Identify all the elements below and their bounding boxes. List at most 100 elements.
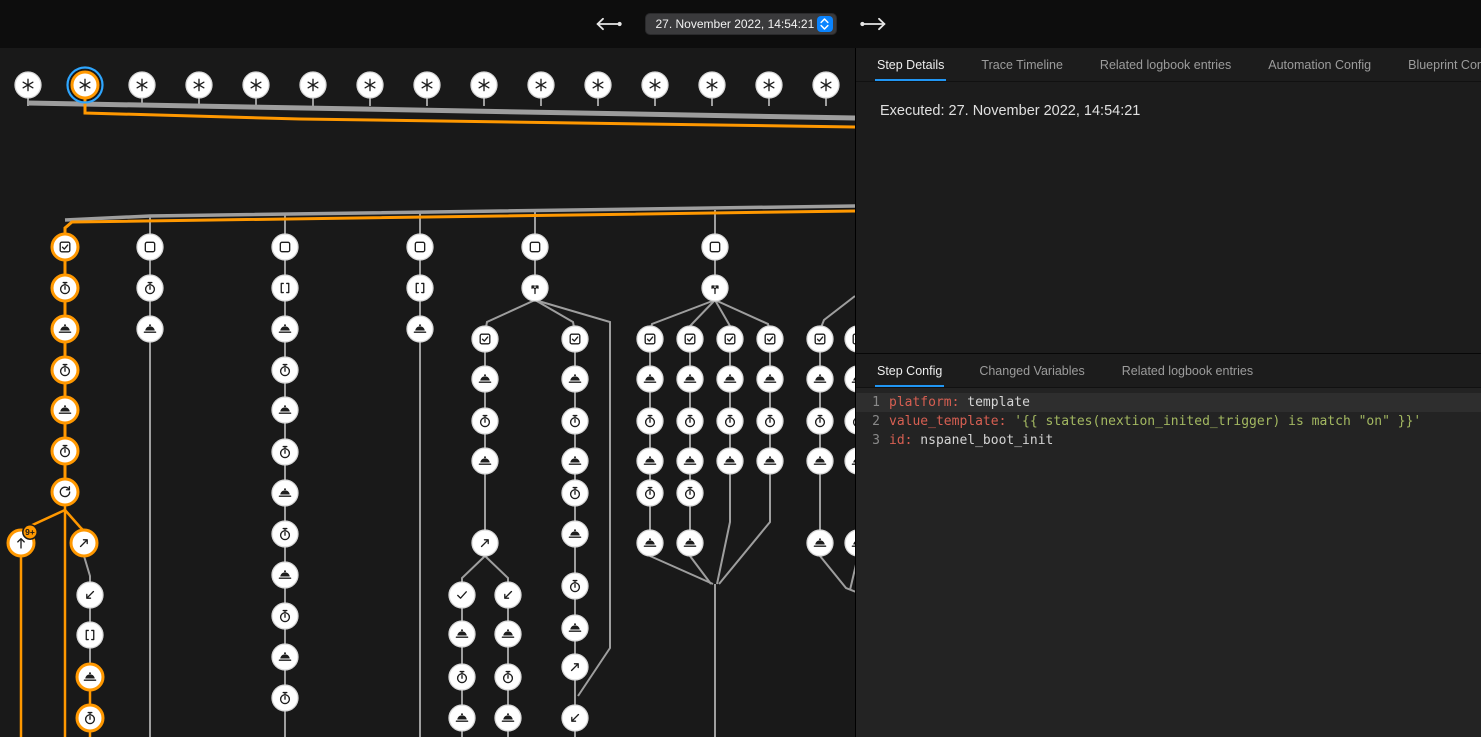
trace-node-service-icon[interactable] <box>637 448 663 474</box>
trace-node-asterisk-icon[interactable] <box>756 72 782 98</box>
trace-node-service-icon[interactable] <box>637 530 663 556</box>
trace-node-checkbox-icon[interactable] <box>845 326 855 352</box>
trace-node-arrow-tr-icon[interactable] <box>562 654 588 680</box>
trace-node-service-icon[interactable] <box>717 448 743 474</box>
trace-node-asterisk-icon[interactable] <box>15 72 41 98</box>
trace-node-timer-icon[interactable] <box>272 603 298 629</box>
trace-node-asterisk-icon[interactable] <box>414 72 440 98</box>
trace-node-service-icon[interactable] <box>677 366 703 392</box>
trace-node-asterisk-icon[interactable] <box>471 72 497 98</box>
trace-node-timer-icon[interactable] <box>272 685 298 711</box>
trace-graph[interactable]: 9+ <box>0 0 855 737</box>
trace-node-timer-icon[interactable] <box>449 664 475 690</box>
trace-node-arrow-tr-icon[interactable] <box>472 530 498 556</box>
trace-node-timer-icon[interactable] <box>757 408 783 434</box>
step-config-code-editor[interactable]: 1platform: template2value_template: '{{ … <box>856 388 1481 737</box>
trace-node-checkbox-icon[interactable] <box>757 326 783 352</box>
trace-node-asterisk-icon[interactable] <box>585 72 611 98</box>
tab-blueprint-config[interactable]: Blueprint Config <box>1408 48 1481 81</box>
trace-node-service-icon[interactable] <box>449 621 475 647</box>
trace-node-split-icon[interactable] <box>522 275 548 301</box>
tab-trace-timeline[interactable]: Trace Timeline <box>981 48 1063 81</box>
trace-node-checkbox-icon[interactable] <box>637 326 663 352</box>
trace-graph-panel[interactable]: 9+ <box>0 0 855 737</box>
trace-node-arrow-up-icon[interactable]: 9+ <box>8 525 37 556</box>
trace-node-timer-icon[interactable] <box>52 438 78 464</box>
trace-node-timer-icon[interactable] <box>807 408 833 434</box>
trace-node-arrow-tr-icon[interactable] <box>71 530 97 556</box>
tab-step-config[interactable]: Step Config <box>877 354 942 387</box>
trace-node-checkbox-icon[interactable] <box>807 326 833 352</box>
trace-node-timer-icon[interactable] <box>52 357 78 383</box>
trace-node-service-icon[interactable] <box>472 366 498 392</box>
trace-node-asterisk-icon[interactable] <box>699 72 725 98</box>
trace-node-checkbox-icon[interactable] <box>562 326 588 352</box>
trace-node-square-icon[interactable] <box>702 234 728 260</box>
trace-node-service-icon[interactable] <box>449 705 475 731</box>
trace-node-service-icon[interactable] <box>677 448 703 474</box>
trace-node-asterisk-icon[interactable] <box>357 72 383 98</box>
trace-node-timer-icon[interactable] <box>562 408 588 434</box>
tab-related-logbook-entries[interactable]: Related logbook entries <box>1100 48 1231 81</box>
trace-node-checkbox-icon[interactable] <box>52 234 78 260</box>
trace-node-service-icon[interactable] <box>845 366 855 392</box>
trace-node-service-icon[interactable] <box>137 316 163 342</box>
trace-node-service-icon[interactable] <box>272 397 298 423</box>
trace-node-service-icon[interactable] <box>495 705 521 731</box>
trace-node-timer-icon[interactable] <box>562 480 588 506</box>
trace-node-service-icon[interactable] <box>807 366 833 392</box>
trace-node-service-icon[interactable] <box>272 562 298 588</box>
previous-trace-arrow-icon[interactable] <box>593 16 623 32</box>
trace-node-brackets-icon[interactable] <box>272 275 298 301</box>
tab-related-logbook-entries-2[interactable]: Related logbook entries <box>1122 354 1253 387</box>
tab-automation-config[interactable]: Automation Config <box>1268 48 1371 81</box>
trace-node-arrow-bl-icon[interactable] <box>77 582 103 608</box>
trace-select[interactable]: 27. November 2022, 14:54:21 <box>645 13 837 35</box>
trace-node-square-icon[interactable] <box>407 234 433 260</box>
trace-node-asterisk-icon[interactable] <box>642 72 668 98</box>
trace-node-timer-icon[interactable] <box>77 705 103 731</box>
trace-node-service-icon[interactable] <box>562 366 588 392</box>
trace-node-service-icon[interactable] <box>272 316 298 342</box>
trace-node-arrow-bl-icon[interactable] <box>495 582 521 608</box>
trace-node-service-icon[interactable] <box>807 530 833 556</box>
trace-node-checkbox-icon[interactable] <box>677 326 703 352</box>
trace-node-service-icon[interactable] <box>407 316 433 342</box>
trace-node-timer-icon[interactable] <box>562 573 588 599</box>
trace-node-asterisk-icon[interactable] <box>186 72 212 98</box>
trace-node-timer-icon[interactable] <box>717 408 743 434</box>
trace-node-service-icon[interactable] <box>562 448 588 474</box>
trace-node-timer-icon[interactable] <box>272 439 298 465</box>
trace-node-timer-icon[interactable] <box>637 480 663 506</box>
trace-node-service-icon[interactable] <box>495 621 521 647</box>
trace-node-service-icon[interactable] <box>807 448 833 474</box>
trace-node-arrow-bl-icon[interactable] <box>562 705 588 731</box>
trace-node-square-icon[interactable] <box>137 234 163 260</box>
trace-node-square-icon[interactable] <box>522 234 548 260</box>
trace-node-timer-icon[interactable] <box>677 408 703 434</box>
trace-node-service-icon[interactable] <box>637 366 663 392</box>
trace-node-brackets-icon[interactable] <box>77 622 103 648</box>
trace-node-service-icon[interactable] <box>77 664 103 690</box>
trace-node-asterisk-icon[interactable] <box>68 68 103 103</box>
trace-node-asterisk-icon[interactable] <box>129 72 155 98</box>
trace-node-service-icon[interactable] <box>272 644 298 670</box>
trace-node-service-icon[interactable] <box>757 448 783 474</box>
trace-node-timer-icon[interactable] <box>495 664 521 690</box>
trace-node-service-icon[interactable] <box>562 615 588 641</box>
trace-node-brackets-icon[interactable] <box>407 275 433 301</box>
trace-node-service-icon[interactable] <box>52 316 78 342</box>
trace-node-service-icon[interactable] <box>562 521 588 547</box>
trace-node-square-icon[interactable] <box>272 234 298 260</box>
trace-node-asterisk-icon[interactable] <box>528 72 554 98</box>
trace-node-repeat-icon[interactable] <box>52 479 78 505</box>
trace-node-checkbox-icon[interactable] <box>472 326 498 352</box>
trace-node-timer-icon[interactable] <box>637 408 663 434</box>
trace-node-service-icon[interactable] <box>845 448 855 474</box>
tab-step-details[interactable]: Step Details <box>877 48 944 81</box>
next-trace-arrow-icon[interactable] <box>859 16 889 32</box>
trace-node-checkbox-icon[interactable] <box>717 326 743 352</box>
trace-node-service-icon[interactable] <box>677 530 703 556</box>
trace-node-timer-icon[interactable] <box>677 480 703 506</box>
trace-node-asterisk-icon[interactable] <box>813 72 839 98</box>
